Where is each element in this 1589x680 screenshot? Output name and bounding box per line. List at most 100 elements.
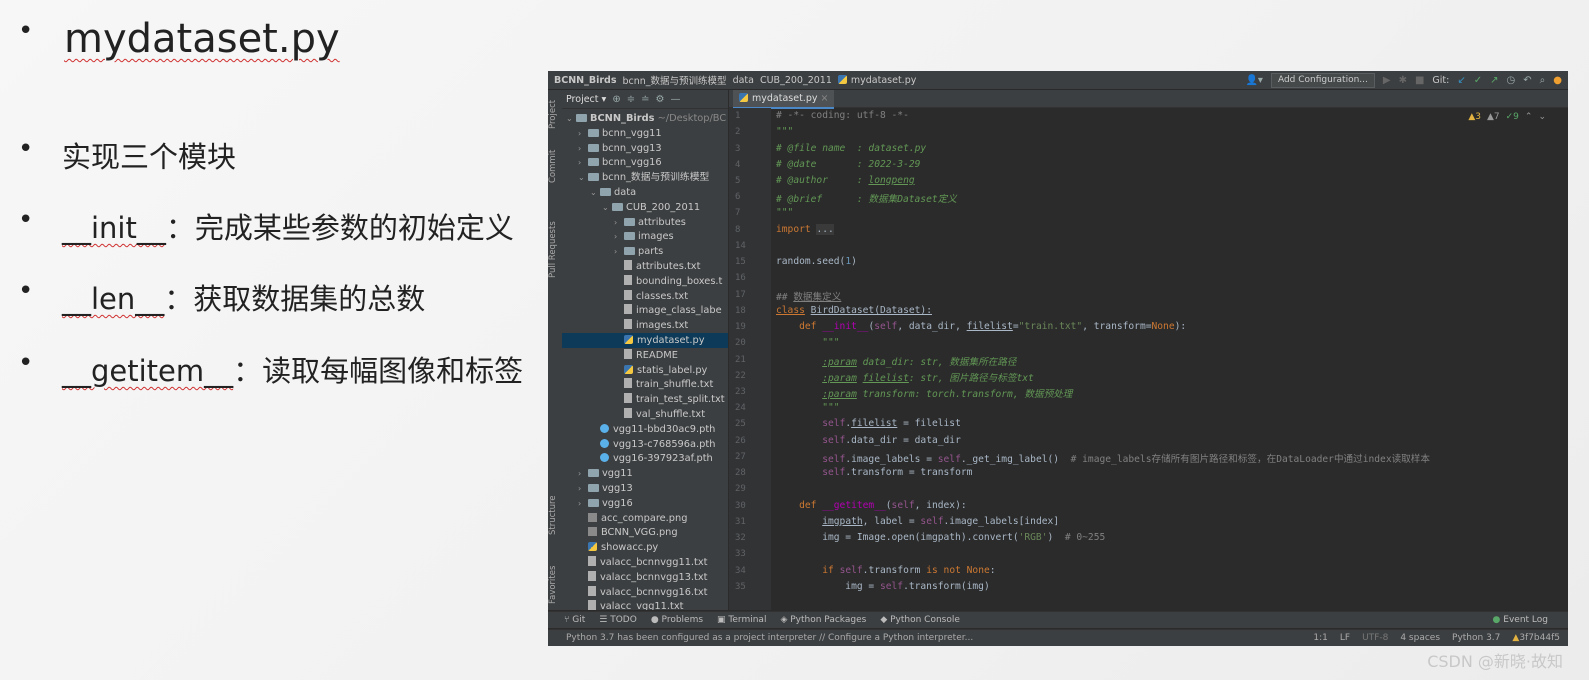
indent-setting[interactable]: 4 spaces <box>1400 630 1440 646</box>
git-update-icon[interactable]: ↙ <box>1457 75 1465 86</box>
history-icon[interactable]: ◷ <box>1507 75 1516 86</box>
tree-item[interactable]: valacc_bcnnvgg13.txt <box>562 570 728 585</box>
chevron-right-icon[interactable]: › <box>578 126 588 141</box>
chevron-down-icon[interactable]: ⌄ <box>602 200 612 215</box>
locate-icon[interactable]: ⊕ <box>612 94 620 105</box>
terminal-tool-tab[interactable]: ▣ Terminal <box>717 615 766 625</box>
problems-tool-tab[interactable]: ● Problems <box>651 615 703 625</box>
todo-tool-tab[interactable]: ☰ TODO <box>599 615 637 625</box>
tree-item[interactable]: ⌄ BCNN_Birds ~/Desktop/BC <box>562 111 728 126</box>
python-packages-tab-label: Python Packages <box>790 615 867 625</box>
tree-item[interactable]: › vgg13 <box>562 481 728 496</box>
file-encoding[interactable]: UTF-8 <box>1362 630 1388 646</box>
stop-icon[interactable]: ■ <box>1415 75 1424 86</box>
tree-item[interactable]: › attributes <box>562 215 728 230</box>
add-configuration-button[interactable]: Add Configuration... <box>1270 72 1375 88</box>
git-push-icon[interactable]: ↗ <box>1490 75 1498 86</box>
chevron-right-icon[interactable]: › <box>578 155 588 170</box>
close-icon[interactable]: × <box>821 93 829 104</box>
breadcrumb-folder[interactable]: bcnn_数据与预训练模型 <box>623 73 727 87</box>
project-view-label: Project <box>566 93 599 105</box>
caret-position[interactable]: 1:1 <box>1313 630 1327 646</box>
file-icon <box>624 260 632 270</box>
code-area[interactable]: # -*- coding: utf-8 -*- """ # @file name… <box>776 108 1556 610</box>
breadcrumb-data[interactable]: data <box>733 75 754 86</box>
line-separator[interactable]: LF <box>1340 630 1350 646</box>
tree-item[interactable]: › bcnn_vgg11 <box>562 126 728 141</box>
rollback-icon[interactable]: ↶ <box>1523 75 1531 86</box>
chevron-down-icon[interactable]: ⌄ <box>566 111 576 126</box>
structure-tool-tab[interactable]: Structure <box>548 490 562 540</box>
tree-item[interactable]: ⌄ CUB_200_2011 <box>562 200 728 215</box>
python-packages-tool-tab[interactable]: ◈ Python Packages <box>780 615 866 625</box>
tree-item[interactable]: statis_label.py <box>562 363 728 378</box>
chevron-right-icon[interactable]: › <box>578 141 588 156</box>
tree-item[interactable]: vgg13-c768596a.pth <box>562 437 728 452</box>
chevron-down-icon[interactable]: ⌄ <box>590 185 600 200</box>
tree-item[interactable]: › images <box>562 229 728 244</box>
tree-item[interactable]: › bcnn_vgg16 <box>562 155 728 170</box>
breadcrumb-project[interactable]: BCNN_Birds <box>554 75 617 86</box>
user-icon[interactable]: 👤▾ <box>1245 75 1262 86</box>
git-branch[interactable]: ▲3f7b44f5 <box>1512 630 1560 646</box>
tree-item[interactable]: BCNN_VGG.png <box>562 525 728 540</box>
tree-item[interactable]: ⌄ bcnn_数据与预训练模型 <box>562 170 728 185</box>
pull-requests-tool-tab[interactable]: Pull Requests <box>548 210 562 290</box>
tree-item[interactable]: valacc_vgg11.txt <box>562 599 728 610</box>
tree-item[interactable]: › vgg16 <box>562 496 728 511</box>
tree-item[interactable]: train_shuffle.txt <box>562 377 728 392</box>
chevron-right-icon[interactable]: › <box>614 229 624 244</box>
expand-all-icon[interactable]: ≑ <box>627 94 635 105</box>
file-icon <box>588 556 596 566</box>
tree-item[interactable]: classes.txt <box>562 289 728 304</box>
favorites-tool-tab[interactable]: Favorites <box>548 560 562 610</box>
breadcrumb-cub[interactable]: CUB_200_2011 <box>760 75 832 86</box>
git-commit-icon[interactable]: ✓ <box>1474 75 1482 86</box>
tree-item-label: BCNN_VGG.png <box>601 527 678 539</box>
tree-item[interactable]: attributes.txt <box>562 259 728 274</box>
bullet-dot: • <box>18 348 34 378</box>
chevron-right-icon[interactable]: › <box>578 496 588 511</box>
tree-item[interactable]: showacc.py <box>562 540 728 555</box>
tree-item[interactable]: › bcnn_vgg13 <box>562 141 728 156</box>
chevron-down-icon[interactable]: ⌄ <box>578 170 588 185</box>
hide-icon[interactable]: — <box>670 94 680 105</box>
code-line-4: # @date : 2022-3-29 <box>776 159 921 170</box>
tree-item[interactable]: README <box>562 348 728 363</box>
tree-item[interactable]: › vgg11 <box>562 466 728 481</box>
tree-item[interactable]: images.txt <box>562 318 728 333</box>
editor-tab-mydataset[interactable]: mydataset.py × <box>733 90 835 109</box>
tree-item[interactable]: mydataset.py <box>562 333 728 348</box>
tree-item[interactable]: bounding_boxes.t <box>562 274 728 289</box>
chevron-right-icon[interactable]: › <box>614 215 624 230</box>
debug-icon[interactable]: ✱ <box>1399 75 1407 86</box>
breadcrumb-file[interactable]: mydataset.py <box>837 74 916 86</box>
tree-item[interactable]: valacc_bcnnvgg11.txt <box>562 555 728 570</box>
settings-gear-icon[interactable]: ⚙ <box>655 94 664 105</box>
collapse-all-icon[interactable]: ≐ <box>641 94 649 105</box>
chevron-right-icon[interactable]: › <box>578 481 588 496</box>
chevron-right-icon[interactable]: › <box>578 466 588 481</box>
event-log-button[interactable]: ● Event Log <box>1493 612 1548 629</box>
tree-item[interactable]: train_test_split.txt <box>562 392 728 407</box>
project-tool-tab[interactable]: Project <box>548 94 562 134</box>
commit-tool-tab[interactable]: Commit <box>548 146 562 186</box>
update-icon[interactable]: ● <box>1553 75 1562 86</box>
tree-item[interactable]: acc_compare.png <box>562 511 728 526</box>
tree-item[interactable]: vgg16-397923af.pth <box>562 451 728 466</box>
status-message[interactable]: Python 3.7 has been configured as a proj… <box>566 630 973 646</box>
run-icon[interactable]: ▶ <box>1383 75 1391 86</box>
tree-item[interactable]: ⌄ data <box>562 185 728 200</box>
interpreter-selector[interactable]: Python 3.7 <box>1452 630 1500 646</box>
git-tool-tab[interactable]: ⑂ Git <box>564 615 585 625</box>
tree-item[interactable]: vgg11-bbd30ac9.pth <box>562 422 728 437</box>
tree-item[interactable]: image_class_labe <box>562 303 728 318</box>
search-icon[interactable]: ⌕ <box>1540 75 1546 86</box>
tree-item[interactable]: valacc_bcnnvgg16.txt <box>562 585 728 600</box>
tree-item[interactable]: › parts <box>562 244 728 259</box>
chevron-right-icon[interactable]: › <box>614 244 624 259</box>
tree-item[interactable]: val_shuffle.txt <box>562 407 728 422</box>
python-console-tool-tab[interactable]: ◆ Python Console <box>880 615 960 625</box>
tree-item-label: valacc_bcnnvgg16.txt <box>600 586 708 598</box>
project-view-dropdown[interactable]: Project ▾ <box>566 94 606 105</box>
